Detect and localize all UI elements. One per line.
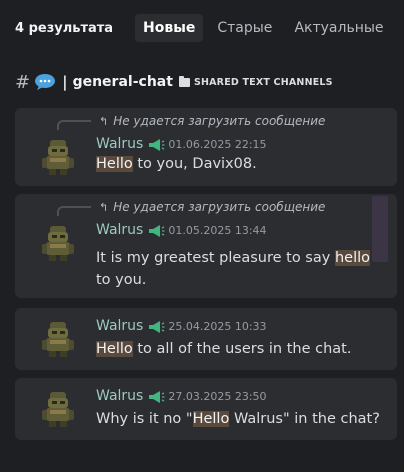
search-result-card[interactable]: Walrus 25.04.2025 10:33 Hello to all of … bbox=[15, 308, 397, 370]
reply-preview[interactable]: ↰ Не удается загрузить сообщение bbox=[99, 200, 325, 214]
search-results-header: 4 результата Новые Старые Актуальные bbox=[0, 0, 404, 56]
message-text: Why is it no "Hello Walrus" in the chat? bbox=[96, 408, 386, 430]
reply-connector bbox=[57, 120, 91, 130]
tab-relevant[interactable]: Актуальные bbox=[286, 14, 391, 42]
category-name: SHARED TEXT CHANNELS bbox=[193, 76, 333, 88]
search-result-card[interactable]: ↰ Не удается загрузить сообщение Walrus bbox=[15, 194, 397, 298]
megaphone-icon bbox=[147, 319, 165, 333]
message-text-segment: to you, Davix08. bbox=[132, 156, 257, 172]
speech-bubble-icon bbox=[34, 73, 56, 91]
message-text-segment: It is my greatest pleasure to say bbox=[96, 250, 335, 266]
reply-preview[interactable]: ↰ Не удается загрузить сообщение bbox=[99, 114, 325, 128]
author-name[interactable]: Walrus bbox=[96, 388, 143, 404]
avatar[interactable] bbox=[37, 136, 79, 178]
author-name[interactable]: Walrus bbox=[96, 136, 143, 152]
tab-oldest[interactable]: Старые bbox=[209, 14, 280, 42]
reply-preview-text: Не удается загрузить сообщение bbox=[113, 200, 326, 214]
search-highlight: Hello bbox=[96, 341, 133, 357]
megaphone-icon bbox=[147, 223, 165, 237]
search-results-panel: 4 результата Новые Старые Актуальные # |… bbox=[0, 0, 404, 472]
tab-newest[interactable]: Новые bbox=[135, 14, 204, 42]
message-text: Hello to you, Davix08. bbox=[96, 153, 386, 175]
message-header: Walrus 27.03.2025 23:50 bbox=[96, 388, 267, 404]
reply-connector bbox=[57, 206, 91, 216]
search-result-card[interactable]: ↰ Не удается загрузить сообщение Walrus bbox=[15, 108, 397, 186]
message-text: It is my greatest pleasure to say hello … bbox=[96, 247, 382, 291]
reply-arrow-icon: ↰ bbox=[99, 114, 109, 128]
timestamp: 01.05.2025 13:44 bbox=[168, 223, 267, 237]
channel-name[interactable]: general-chat bbox=[73, 74, 173, 90]
avatar[interactable] bbox=[37, 318, 79, 360]
avatar[interactable] bbox=[37, 222, 79, 264]
message-text-segment: Walrus" in the chat? bbox=[229, 411, 380, 427]
author-name[interactable]: Walrus bbox=[96, 318, 143, 334]
scroll-indicator[interactable] bbox=[372, 196, 388, 262]
result-count: 4 результата bbox=[15, 20, 114, 36]
category-folder-icon bbox=[178, 75, 190, 87]
megaphone-icon bbox=[147, 389, 165, 403]
message-text: Hello to all of the users in the chat. bbox=[96, 338, 386, 360]
message-text-segment: to you. bbox=[96, 272, 147, 288]
channel-separator: | bbox=[62, 73, 68, 91]
avatar[interactable] bbox=[37, 388, 79, 430]
author-name[interactable]: Walrus bbox=[96, 222, 143, 238]
timestamp: 25.04.2025 10:33 bbox=[168, 319, 267, 333]
channel-hash-icon: # bbox=[15, 71, 31, 93]
megaphone-icon bbox=[147, 137, 165, 151]
message-text-segment: Why is it no " bbox=[96, 411, 193, 427]
search-highlight: hello bbox=[334, 250, 370, 266]
channel-header[interactable]: # | general-chat SHARED TEXT CHANNELS bbox=[15, 70, 395, 94]
message-text-segment: to all of the users in the chat. bbox=[132, 341, 352, 357]
message-header: Walrus 01.05.2025 13:44 bbox=[96, 222, 267, 238]
reply-preview-text: Не удается загрузить сообщение bbox=[113, 114, 326, 128]
timestamp: 01.06.2025 22:15 bbox=[168, 137, 267, 151]
search-highlight: Hello bbox=[192, 411, 230, 427]
search-result-card[interactable]: Walrus 27.03.2025 23:50 Why is it no "He… bbox=[15, 378, 397, 440]
message-header: Walrus 01.06.2025 22:15 bbox=[96, 136, 267, 152]
reply-arrow-icon: ↰ bbox=[99, 200, 109, 214]
sort-tabs: Новые Старые Актуальные bbox=[135, 14, 398, 42]
timestamp: 27.03.2025 23:50 bbox=[168, 389, 267, 403]
message-header: Walrus 25.04.2025 10:33 bbox=[96, 318, 267, 334]
search-highlight: Hello bbox=[96, 156, 133, 172]
